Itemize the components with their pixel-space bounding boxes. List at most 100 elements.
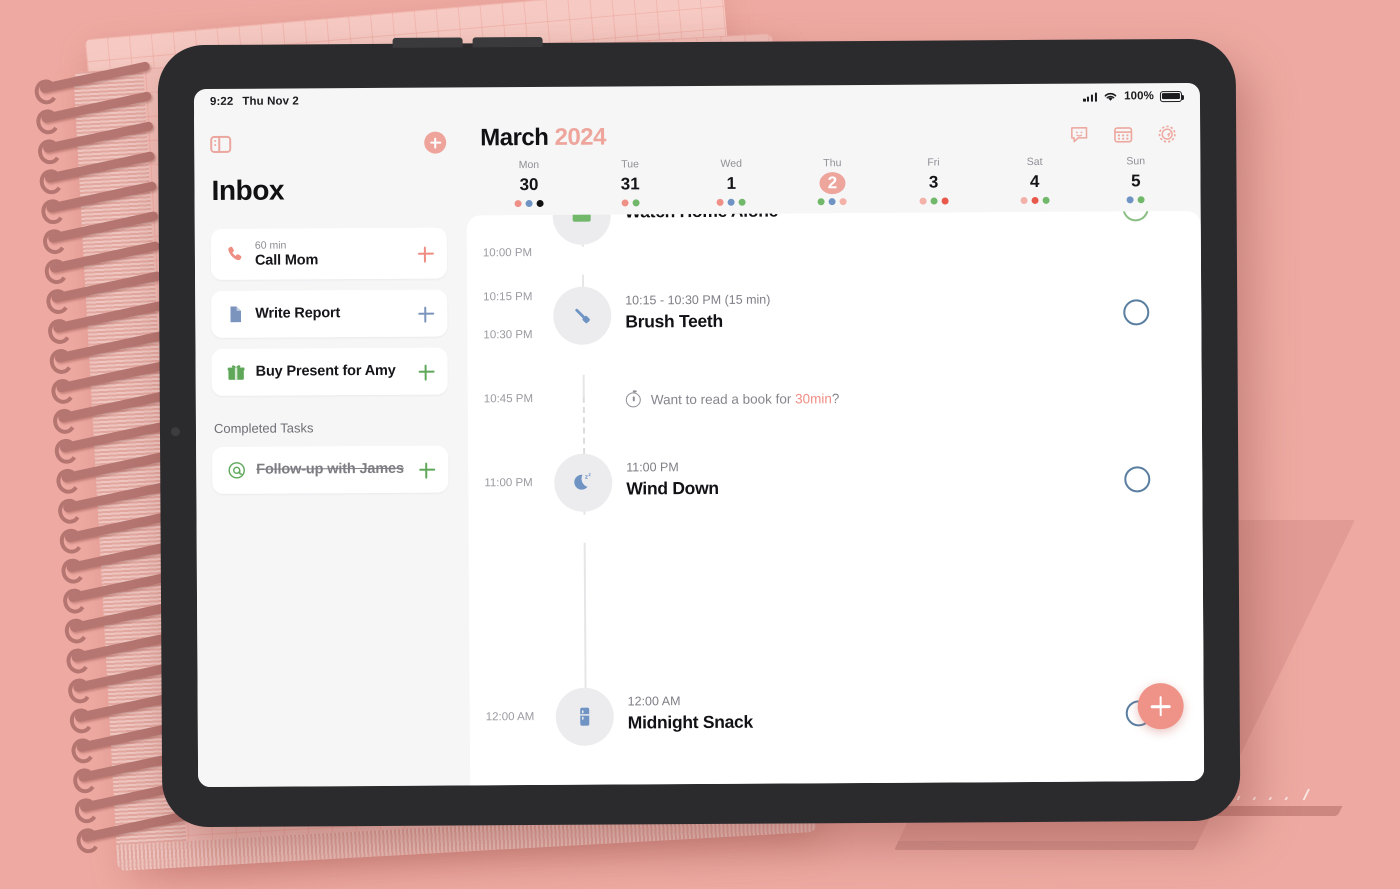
day-event-dots [621, 199, 640, 207]
chat-bubble-icon[interactable] [1068, 124, 1090, 146]
task-card[interactable]: Follow-up with James [212, 445, 449, 494]
day-column-sun[interactable]: Sun 5 [1085, 155, 1186, 204]
day-event-dots [818, 198, 848, 206]
event-dot [716, 198, 724, 206]
svg-text:z: z [588, 472, 591, 478]
day-column-mon[interactable]: Mon 30 [478, 159, 579, 208]
day-of-week-label: Tue [621, 158, 639, 171]
day-of-week-label: Mon [518, 158, 540, 172]
task-title: Follow-up with James [256, 460, 404, 478]
suggestion-text: Want to read a book for 30min? [651, 391, 840, 407]
add-event-fab[interactable] [1137, 683, 1184, 730]
event-icon-badge [552, 210, 611, 245]
calendar-title: March 2024 [480, 124, 606, 153]
event-icon-badge [553, 286, 612, 345]
fridge-icon [580, 707, 590, 726]
day-column-wed[interactable]: Wed 1 [681, 157, 782, 206]
task-title: Buy Present for Amy [255, 362, 396, 380]
week-strip: Mon 30 Tue 31 Wed 1 Thu 2 Fri 3 Sat 4 Sun 5 [464, 151, 1200, 215]
sidebar: Inbox 60 min Call Mom Write Report Buy Pres… [194, 113, 467, 788]
calendar-icon[interactable] [1112, 123, 1134, 145]
day-number: 30 [519, 174, 539, 195]
device-side-port [170, 427, 181, 437]
task-card-body: Write Report [255, 305, 417, 323]
task-card[interactable]: Buy Present for Amy [211, 347, 448, 396]
day-column-sat[interactable]: Sat 4 [984, 156, 1085, 205]
status-bar-right: 100% [1083, 90, 1182, 103]
calendar-pane: March 2024 Mon 30 Tue 31 Wed 1 Thu 2 Fri… [462, 108, 1205, 786]
day-of-week-label: Fri [927, 156, 940, 169]
battery-percent: 100% [1124, 90, 1154, 103]
event-dot [1031, 196, 1039, 204]
decor-board-tick [1236, 796, 1241, 800]
decor-board-tick [1302, 789, 1310, 800]
decor-coil-ring [39, 61, 151, 94]
at-sign-icon [225, 460, 247, 481]
event-checkbox[interactable] [1122, 210, 1149, 222]
timeline-time-label: 12:00 AM [485, 711, 535, 724]
task-list: 60 min Call Mom Write Report Buy Present fo… [210, 227, 448, 407]
day-event-dots [1020, 196, 1050, 205]
day-event-dots [514, 199, 544, 208]
event-icon-badge [555, 687, 614, 746]
cellular-signal-icon [1083, 92, 1098, 102]
event-time: 12:00 AM [627, 694, 681, 709]
event-checkbox[interactable] [1123, 299, 1150, 326]
status-date: Thu Nov 2 [242, 95, 299, 108]
task-card[interactable]: Write Report [211, 289, 448, 338]
day-of-week-label: Sat [1026, 155, 1043, 168]
day-of-week-label: Wed [720, 157, 742, 170]
sidebar-toggle-icon[interactable] [210, 135, 232, 153]
event-time: 11:00 PM [626, 460, 679, 475]
task-add-icon[interactable] [418, 362, 436, 380]
decor-board-tick [1252, 797, 1257, 800]
timeline-time-label: 10:00 PM [482, 247, 533, 260]
event-dot [840, 198, 848, 206]
event-text-block: 12:00 AM Midnight Snack [628, 693, 753, 735]
task-add-icon[interactable] [417, 304, 435, 322]
volume-down-button[interactable] [472, 36, 543, 48]
status-time: 9:22 [209, 95, 234, 108]
timeline-time-label: 11:00 PM [484, 477, 533, 490]
day-number: 4 [1029, 171, 1040, 191]
event-title: Wind Down [626, 477, 719, 499]
task-duration: 60 min [254, 239, 287, 252]
volume-up-button[interactable] [392, 37, 463, 48]
day-column-thu[interactable]: Thu 2 [782, 157, 883, 206]
event-dot [738, 198, 746, 206]
timeline-time-label: 10:15 PM [483, 291, 533, 304]
day-of-week-label: Sun [1126, 155, 1146, 168]
event-dot [941, 197, 949, 205]
calendar-header-actions [1068, 123, 1178, 146]
task-card[interactable]: 60 min Call Mom [210, 227, 448, 280]
event-time: 10:15 - 10:30 PM (15 min) [625, 292, 771, 308]
event-dot [1042, 196, 1050, 204]
event-text-block: 11:00 PM Wind Down [626, 459, 719, 501]
event-text-block: 10:15 - 10:30 PM (15 min) Brush Teeth [625, 292, 770, 334]
task-add-icon[interactable] [418, 460, 436, 478]
event-dot [525, 200, 533, 208]
suggestion-suffix: ? [831, 391, 840, 407]
task-add-icon[interactable] [417, 244, 435, 262]
day-number: 3 [928, 172, 939, 192]
settings-gear-icon[interactable] [1156, 123, 1178, 145]
event-dot [1137, 196, 1146, 204]
event-dot [536, 199, 544, 207]
task-card-body: Follow-up with James [256, 461, 418, 479]
timeline-body: 10:00 PM 10:15 PM 10:30 PM 10:45 PM 11:00 PM… [467, 210, 1204, 785]
day-event-dots [919, 197, 949, 205]
event-dot [919, 197, 927, 205]
status-bar-left: 9:22 Thu Nov 2 [210, 95, 299, 108]
completed-tasks-label: Completed Tasks [213, 420, 314, 436]
day-column-tue[interactable]: Tue 31 [579, 158, 680, 207]
suggestion-row[interactable]: Want to read a book for 30min? [625, 391, 840, 408]
day-number: 5 [1131, 171, 1141, 191]
event-checkbox[interactable] [1124, 466, 1151, 493]
page-title: Inbox [211, 174, 285, 206]
clock-icon [625, 392, 641, 408]
day-column-fri[interactable]: Fri 3 [883, 156, 984, 205]
add-task-button[interactable] [424, 131, 447, 154]
day-number: 31 [620, 174, 640, 194]
decor-board-tick [1284, 797, 1289, 800]
day-number: 1 [726, 173, 737, 193]
